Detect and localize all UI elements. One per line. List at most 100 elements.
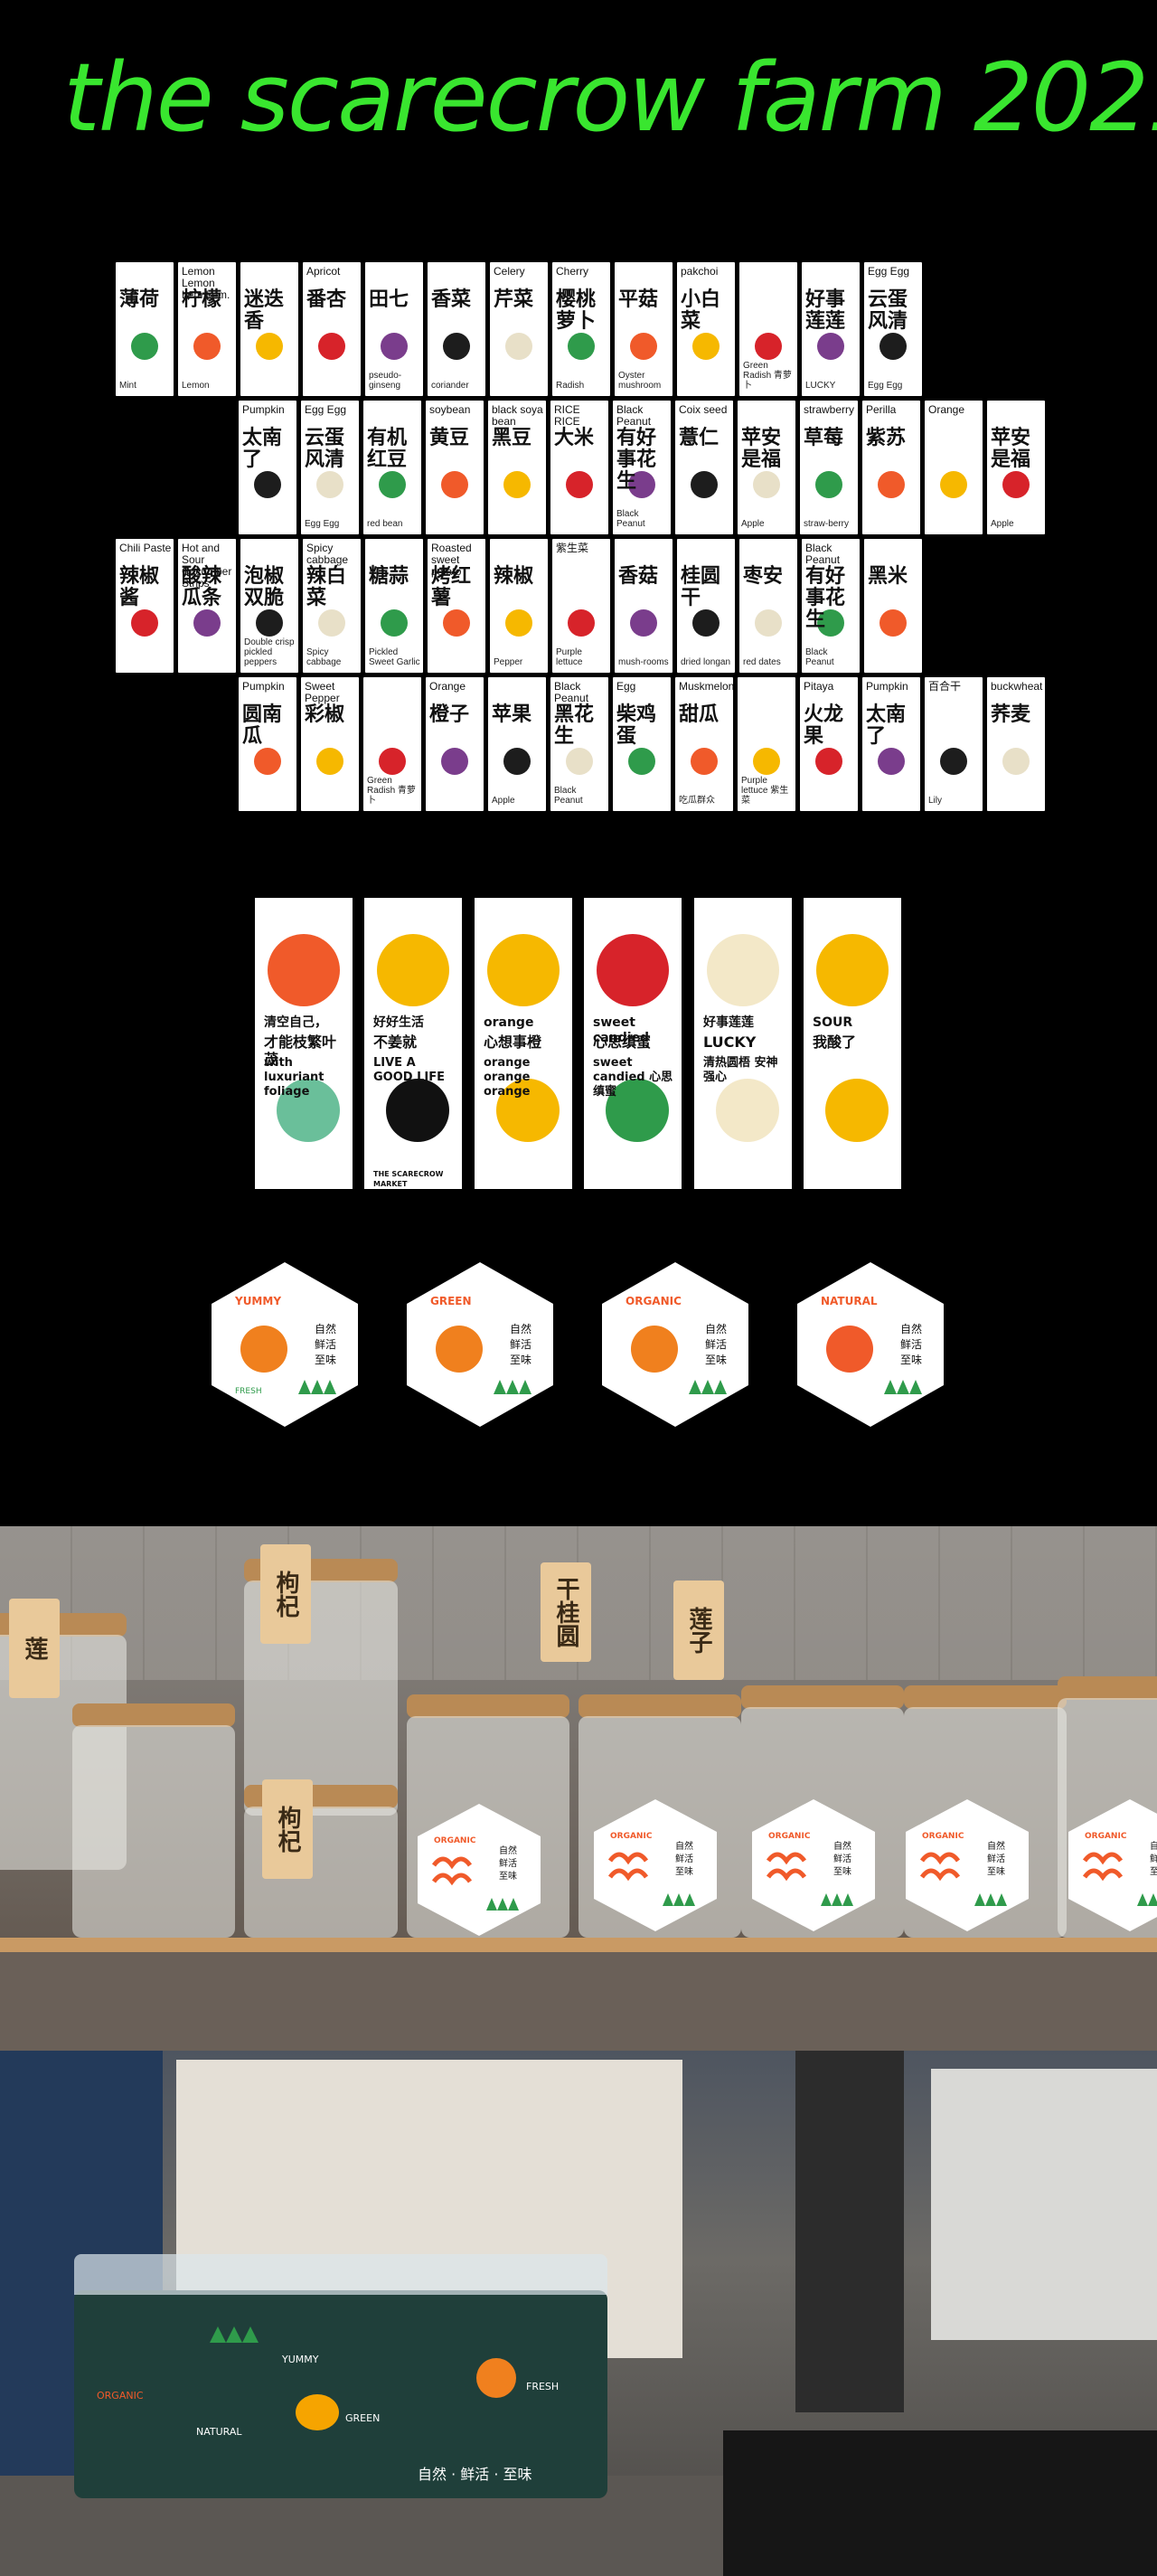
label-zh-text: 酸辣瓜条 [182,565,222,609]
label-sub-text: Mint [119,381,136,391]
white-brick-wall [931,2069,1157,2340]
poster-line1: 好事莲莲 [703,1015,754,1030]
product-label: Hot and Sour Cucumber Strips 酸辣瓜条 [178,539,236,673]
jar-hex-word: ORGANIC [768,1832,811,1841]
label-en-text: Perilla [866,403,897,416]
product-label: 有机红豆 red bean [363,401,421,534]
poster-line3: sweet candied 心思缜蜜 [593,1056,673,1099]
label-zh-text: 苹安是福 [991,427,1031,471]
shelf-photo: 枸杞 干桂圆 莲子 枸杞莲 ORGANIC 自然 鲜活 至味 ORGANIC 自然 鲜活 至味… [0,1526,1157,2051]
jar-lid [1058,1676,1157,1700]
label-sub-text: mush-rooms [618,657,669,667]
label-en-text: strawberry [804,403,855,416]
product-label: Pumpkin 太南了 [239,401,296,534]
produce-illustration-icon [254,748,281,775]
product-label: 辣椒 Pepper [490,539,548,673]
poster-shape-icon [487,934,560,1006]
jar-lid [904,1685,1067,1709]
produce-illustration-icon [505,333,532,360]
label-zh-text: 有机红豆 [367,427,408,471]
page-title: the scarecrow farm 2021 [63,42,1157,153]
product-label: 黑米 [864,539,922,673]
label-sub-text: Egg Egg [868,381,903,391]
poster-line2: 我酸了 [813,1033,857,1051]
produce-illustration-icon [568,609,595,637]
product-label: Orange 橙子 [426,677,484,811]
poster-line3: with luxuriant foliage [264,1056,325,1099]
label-zh-text: 香菜 [431,288,472,311]
jar-hex-label: ORGANIC 自然 鲜活 至味 [1067,1798,1157,1933]
label-zh-text: 甜瓜 [679,703,720,726]
label-en-text: Muskmelon [679,680,733,693]
jar-paper-tag: 枸杞 [260,1544,311,1644]
label-zh-text: 香菇 [618,565,659,588]
label-en-text: Black Peanut [616,403,652,428]
product-label: Muskmelon 甜瓜 吃瓜群众 [675,677,733,811]
label-en-text: Black Peanut [554,680,589,704]
produce-illustration-icon [817,333,844,360]
poster-line1: 好好生活 [373,1015,424,1030]
fridge-word-fresh: FRESH [526,2381,560,2392]
jar-hex-zh: 自然 鲜活 至味 [499,1846,517,1882]
product-label: Perilla 紫苏 [862,401,920,534]
product-label: 百合干 Lily [925,677,983,811]
label-en-text: 紫生菜 [556,542,589,554]
produce-illustration-icon [256,333,283,360]
product-label: Celery 芹菜 [490,262,548,396]
product-label: Black Peanut 有好事花生 Black Peanut [613,401,671,534]
produce-illustration-icon [131,333,158,360]
product-label: Cherry 樱桃萝卜 Radish [552,262,610,396]
poster-shape-icon [716,1079,779,1142]
produce-illustration-icon [753,748,780,775]
label-en-text: buckwheat [991,680,1043,693]
label-sub-text: red dates [743,657,781,667]
label-sub-text: Radish [556,381,585,391]
hex-badge: GREEN 自然 鲜活 至味 [403,1259,557,1430]
label-zh-text: 黑米 [868,565,908,588]
product-label: 苹果 Apple [488,677,546,811]
produce-illustration-icon [940,471,967,498]
label-sub-text: Apple [741,519,765,529]
label-zh-text: 橙子 [429,703,470,726]
poster-line3: LIVE A GOOD LIFE [373,1056,445,1084]
fridge-word-yummy: YUMMY [282,2354,319,2365]
jar-hex-word: ORGANIC [434,1836,476,1845]
label-sub-text: Green Radish 青萝卜 [367,776,416,806]
product-label: soybean 黄豆 [426,401,484,534]
product-label: 香菜 coriander [428,262,485,396]
product-label: Sweet Pepper 彩椒 [301,677,359,811]
badge-zh: 自然 鲜活 至味 [705,1323,728,1366]
poster-shape-icon [377,934,449,1006]
label-en-text: Pitaya [804,680,834,693]
product-label: RICE RICE 大米 [550,401,608,534]
badge-emblem-icon [240,1326,287,1373]
glass-door [795,2051,904,2412]
fridge-orange-icon [476,2358,516,2398]
hex-badge: YUMMY FRESH 自然 鲜活 至味 [208,1259,362,1430]
produce-illustration-icon [691,748,718,775]
poster-line3: 清热圆梧 安神强心 [703,1056,778,1084]
label-en-text: 百合干 [928,680,962,693]
label-en-text: Coix seed [679,403,728,416]
label-en-text: Cherry [556,265,589,278]
produce-illustration-icon [316,471,343,498]
product-label: 平菇 Oyster mushroom [615,262,673,396]
label-zh-text: 黄豆 [429,427,470,449]
label-sub-text: straw-berry [804,519,850,529]
fridge-word-green: GREEN [345,2412,381,2424]
label-sub-text: Apple [991,519,1014,529]
label-en-text: Spicy cabbage [306,542,349,566]
label-sub-text: red bean [367,519,403,529]
label-zh-text: 糖蒜 [369,565,409,588]
produce-illustration-icon [131,609,158,637]
product-label: Coix seed 薏仁 [675,401,733,534]
jar-hex-label: ORGANIC 自然 鲜活 至味 [904,1798,1030,1933]
jar-hex-label: ORGANIC 自然 鲜活 至味 [592,1798,719,1933]
product-label: Pumpkin 太南了 [862,677,920,811]
poster-line2: 心想事橙 [484,1033,542,1051]
badge-word: NATURAL [821,1295,878,1307]
label-zh-text: 有好事花生 [805,565,846,631]
label-zh-text: 云蛋风清 [305,427,345,471]
poster-shape-icon [816,934,889,1006]
product-label: strawberry 草莓 straw-berry [800,401,858,534]
